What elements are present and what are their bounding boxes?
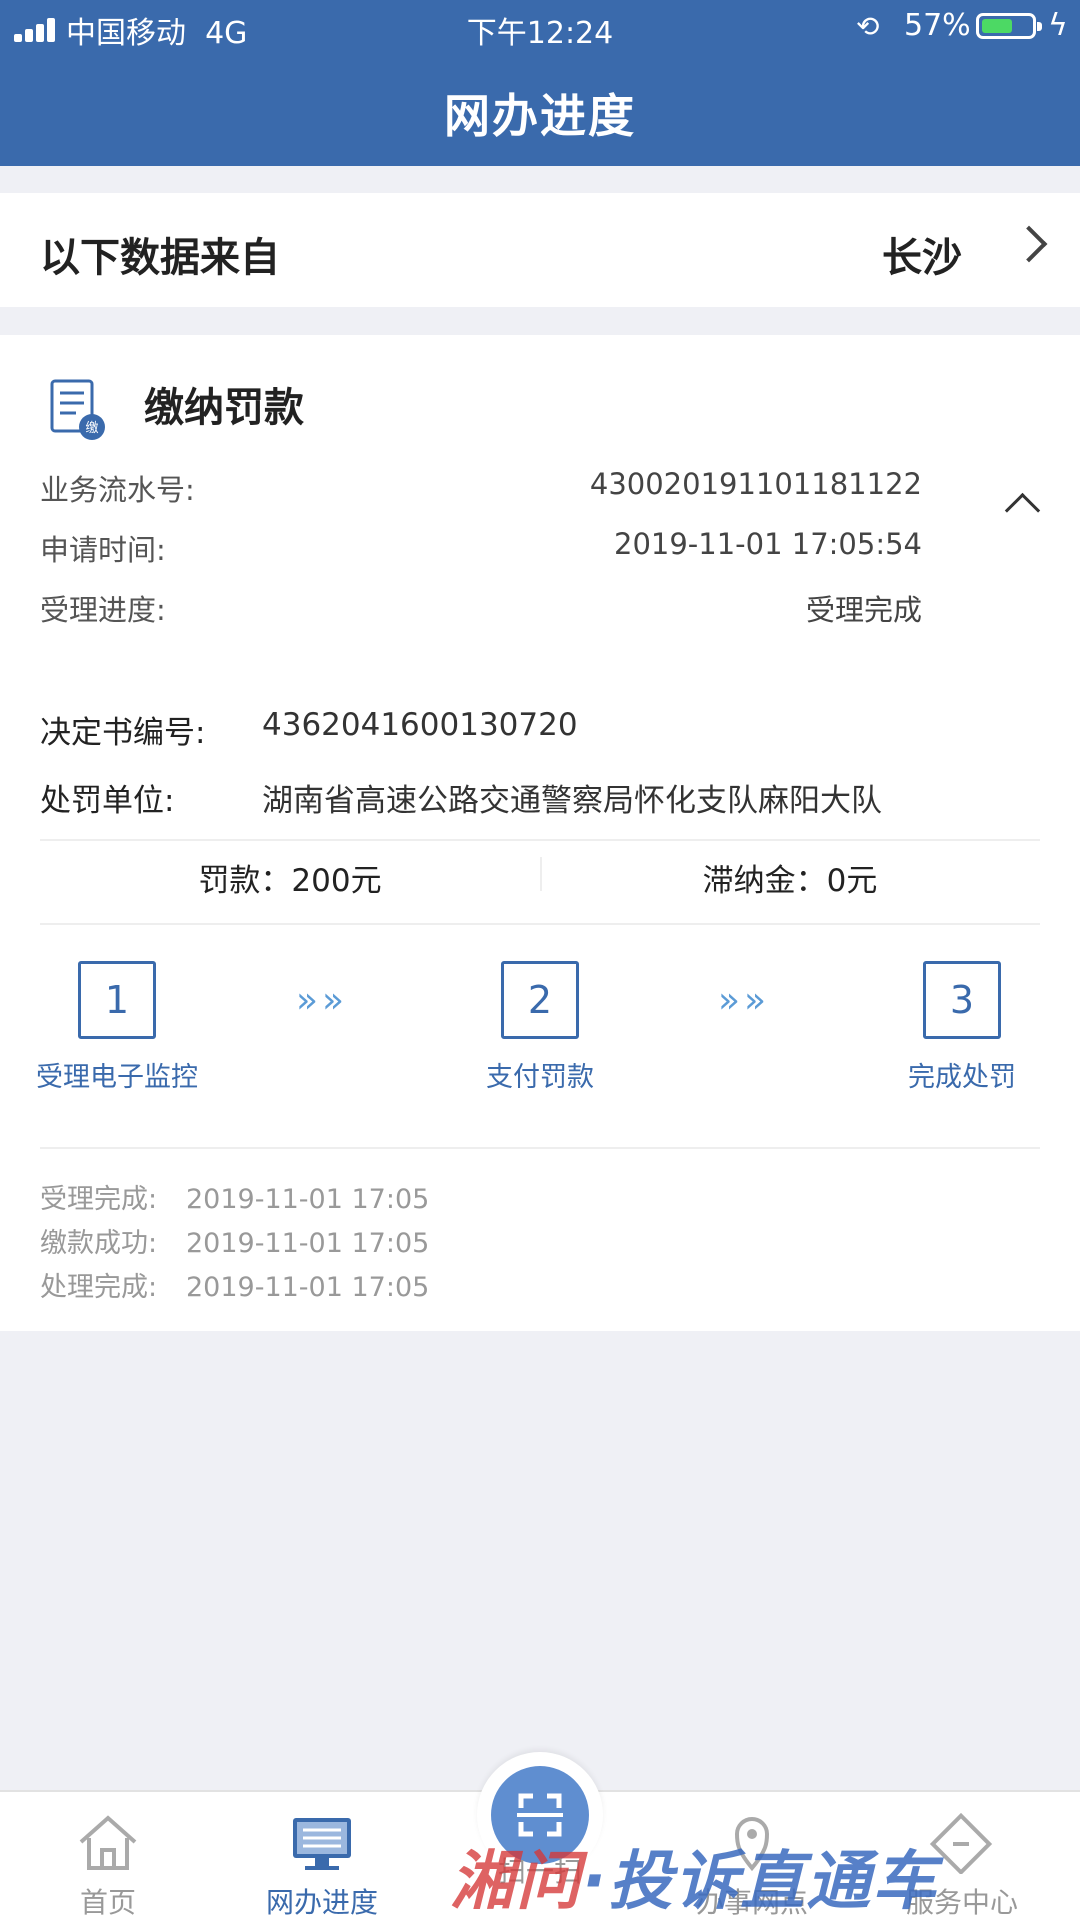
step-number: 2 — [501, 961, 579, 1039]
log-entry: 处理完成: 2019-11-01 17:05 — [40, 1265, 429, 1304]
progress-label: 受理进度: — [40, 593, 166, 627]
double-chevron-right-icon: »» — [296, 980, 349, 1021]
log-entry: 受理完成: 2019-11-01 17:05 — [40, 1177, 429, 1216]
tab-home[interactable]: 首页 — [8, 1810, 208, 1921]
penalty-unit-label: 处罚单位: — [40, 783, 175, 819]
rotation-lock-icon: ⟲ — [856, 10, 880, 43]
data-source-row[interactable]: 以下数据来自 长沙 — [0, 193, 1080, 307]
step-3: 3 完成处罚 — [842, 961, 1080, 1094]
step-label: 受理电子监控 — [36, 1062, 198, 1093]
log-entry: 缴款成功: 2019-11-01 17:05 — [40, 1221, 429, 1260]
divider — [40, 923, 1040, 925]
monitor-icon — [293, 1818, 351, 1870]
double-chevron-right-icon: »» — [718, 980, 771, 1021]
city-selector[interactable]: 长沙 — [882, 225, 962, 283]
charging-icon: ϟ — [1048, 8, 1068, 43]
log-label: 缴款成功: — [40, 1228, 158, 1259]
home-icon — [79, 1815, 137, 1870]
chevron-up-icon[interactable] — [1004, 492, 1041, 529]
watermark-logo: 湘问·投诉直通车 — [450, 1845, 939, 1919]
battery-percent: 57% — [904, 8, 971, 43]
log-time: 2019-11-01 17:05 — [186, 1228, 430, 1259]
log-time: 2019-11-01 17:05 — [186, 1272, 430, 1303]
step-2: 2 支付罚款 — [420, 961, 660, 1094]
serial-number-value: 430020191101181122 — [589, 467, 922, 501]
tab-progress[interactable]: 网办进度 — [222, 1810, 422, 1921]
penalty-unit-value: 湖南省高速公路交通警察局怀化支队麻阳大队 — [262, 783, 882, 819]
step-label: 完成处罚 — [908, 1062, 1016, 1093]
step-number: 1 — [78, 961, 156, 1039]
log-label: 处理完成: — [40, 1272, 158, 1303]
progress-value: 受理完成 — [805, 593, 922, 627]
chevron-right-icon[interactable] — [1010, 225, 1048, 263]
step-number: 3 — [923, 961, 1001, 1039]
serial-number-label: 业务流水号: — [40, 473, 195, 507]
late-fee-amount: 滞纳金：0元 — [702, 863, 878, 899]
log-time: 2019-11-01 17:05 — [186, 1184, 430, 1215]
step-label: 支付罚款 — [486, 1062, 594, 1093]
tab-label: 首页 — [79, 1886, 136, 1919]
data-source-label: 以下数据来自 — [40, 235, 280, 281]
apply-time-value: 2019-11-01 17:05:54 — [614, 527, 922, 561]
battery-icon — [976, 13, 1042, 39]
divider — [40, 839, 1040, 841]
fine-amount: 罚款：200元 — [198, 863, 382, 899]
status-bar: 中国移动 4G 下午12:24 ⟲ 57% ϟ — [0, 0, 1080, 54]
decision-number-value: 4362041600130720 — [262, 707, 578, 743]
apply-time-label: 申请时间: — [40, 533, 166, 567]
svg-text:缴: 缴 — [85, 421, 98, 436]
decision-number-label: 决定书编号: — [40, 715, 206, 751]
card-title: 缴纳罚款 — [144, 385, 304, 431]
app-header: 中国移动 4G 下午12:24 ⟲ 57% ϟ 网办进度 — [0, 0, 1080, 166]
fine-payment-card: 缴 缴纳罚款 业务流水号: 430020191101181122 申请时间: 2… — [0, 335, 1080, 1331]
step-1: 1 受理电子监控 — [0, 961, 237, 1094]
tab-label: 网办进度 — [265, 1886, 378, 1919]
log-label: 受理完成: — [40, 1184, 158, 1215]
divider — [40, 1147, 1040, 1149]
document-payment-icon: 缴 — [50, 379, 105, 440]
page-title: 网办进度 — [444, 89, 636, 143]
